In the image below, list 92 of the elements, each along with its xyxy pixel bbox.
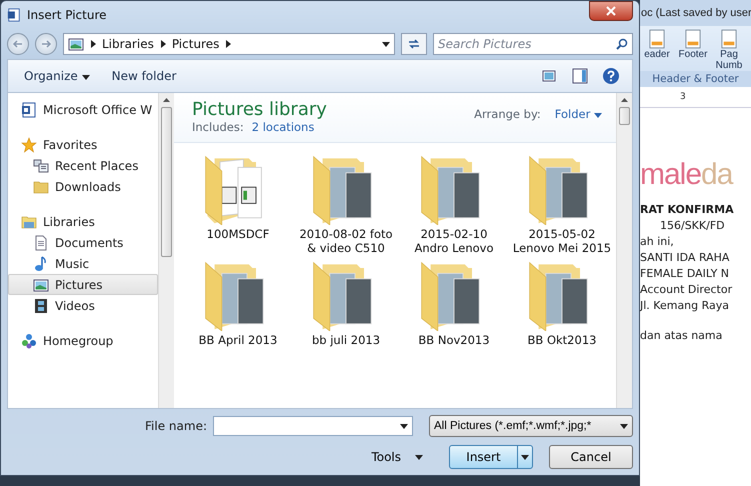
folder-item[interactable]: 2010-08-02 foto & video C510	[292, 153, 400, 255]
caret-icon	[620, 423, 628, 429]
refresh-button[interactable]	[401, 33, 427, 55]
folder-item[interactable]: 2015-02-10 Andro Lenovo	[400, 153, 508, 255]
caret-icon	[90, 40, 96, 48]
ribbon-button[interactable]: eader	[640, 29, 674, 71]
file-type-dropdown[interactable]: All Pictures (*.emf;*.wmf;*.jpg;*	[429, 415, 633, 437]
document-text: dan atas nama	[640, 328, 724, 344]
music-note-icon	[33, 256, 49, 272]
address-bar[interactable]: Libraries Pictures	[63, 33, 395, 55]
view-icon[interactable]	[542, 69, 558, 83]
nav-item[interactable]: Favorites	[8, 134, 158, 155]
page-icon	[685, 29, 701, 49]
pane-icon[interactable]	[572, 68, 588, 84]
close-icon	[606, 6, 616, 16]
logo-text: maleda	[640, 158, 734, 192]
search-icon[interactable]	[616, 38, 628, 50]
page-icon	[649, 29, 665, 49]
document-text: FEMALE DAILY N	[640, 266, 730, 282]
back-button[interactable]	[7, 33, 29, 55]
refresh-icon	[407, 37, 421, 51]
new-folder-button[interactable]: New folder	[108, 67, 180, 85]
folder-item[interactable]: BB Nov2013	[400, 259, 508, 347]
picture-icon	[68, 36, 84, 52]
scroll-up-icon[interactable]	[163, 98, 170, 102]
picture-icon	[33, 276, 49, 292]
close-button[interactable]	[589, 1, 633, 21]
caret-icon	[594, 113, 602, 118]
nav-item[interactable]: Libraries	[8, 211, 158, 232]
scroll-up-icon[interactable]	[621, 98, 628, 102]
document-text: ah ini,	[640, 234, 675, 250]
caret-icon	[521, 454, 529, 460]
forward-arrow-icon	[40, 38, 52, 50]
folder-item[interactable]: 2015-05-02 Lenovo Mei 2015	[508, 153, 616, 255]
ribbon-button[interactable]: Pag Numb	[712, 29, 746, 71]
document-icon	[33, 234, 49, 250]
ruler-number: 3	[680, 92, 686, 102]
help-icon[interactable]	[602, 67, 620, 85]
folder-item[interactable]: BB Okt2013	[508, 259, 616, 347]
library-icon	[21, 214, 37, 230]
ribbon-button[interactable]: Footer	[676, 29, 710, 71]
nav-item[interactable]: Videos	[8, 295, 158, 316]
caret-icon	[400, 423, 408, 429]
organize-button[interactable]: Organize	[20, 67, 94, 85]
breadcrumb[interactable]: Libraries	[102, 37, 154, 51]
scrollbar[interactable]	[616, 93, 632, 408]
arrange-dropdown[interactable]: Folder	[554, 107, 602, 121]
document-icon	[7, 8, 21, 22]
arrange-label: Arrange by:	[474, 107, 541, 121]
document-text: Account Director	[640, 282, 734, 298]
file-name-label: File name:	[145, 419, 207, 433]
scrollbar-thumb[interactable]	[619, 107, 630, 125]
forward-button[interactable]	[35, 33, 57, 55]
breadcrumb[interactable]: Pictures	[172, 37, 220, 51]
film-icon	[33, 298, 49, 314]
back-arrow-icon	[12, 38, 24, 50]
star-icon	[21, 136, 37, 152]
nav-item[interactable]: Homegroup	[8, 330, 158, 351]
folder-item[interactable]: 100MSDCF	[184, 153, 292, 255]
document-text: 156/SKK/FD	[659, 218, 726, 234]
document-text: SANTI IDA RAHA	[640, 250, 730, 266]
caret-icon	[225, 40, 232, 48]
nav-item[interactable]: Recent Places	[8, 155, 158, 176]
folder-item[interactable]: bb juli 2013	[292, 259, 400, 347]
locations-link[interactable]: 2 locations	[252, 120, 314, 134]
scrollbar[interactable]	[158, 93, 174, 408]
tools-button[interactable]: Tools	[365, 449, 429, 465]
nav-item[interactable]: Microsoft Office W	[8, 99, 158, 120]
homegroup-icon	[21, 332, 37, 348]
insert-button[interactable]: Insert	[449, 445, 533, 469]
document-text: RAT KONFIRMA	[640, 202, 735, 218]
cancel-button[interactable]: Cancel	[549, 445, 633, 469]
document-icon	[21, 102, 37, 118]
ribbon-group-label: Header & Footer	[640, 71, 751, 87]
window-title: Insert Picture	[27, 8, 106, 22]
nav-item[interactable]: Documents	[8, 232, 158, 253]
file-name-field[interactable]	[213, 416, 413, 436]
caret-icon	[415, 454, 423, 460]
nav-item[interactable]: Downloads	[8, 176, 158, 197]
caret-icon	[82, 74, 90, 80]
library-title: Pictures library	[192, 99, 327, 120]
caret-icon	[160, 40, 166, 48]
scrollbar-thumb[interactable]	[161, 107, 172, 257]
nav-item[interactable]: Music	[8, 253, 158, 274]
recent-places-icon	[33, 158, 49, 174]
page-icon	[721, 29, 737, 49]
nav-item[interactable]: Pictures	[8, 274, 158, 295]
includes-label: Includes:	[192, 120, 244, 134]
caret-icon	[382, 41, 390, 47]
folder-item[interactable]: BB April 2013	[184, 259, 292, 347]
search-field[interactable]: Search Pictures	[433, 33, 633, 55]
folder-icon	[33, 178, 49, 194]
